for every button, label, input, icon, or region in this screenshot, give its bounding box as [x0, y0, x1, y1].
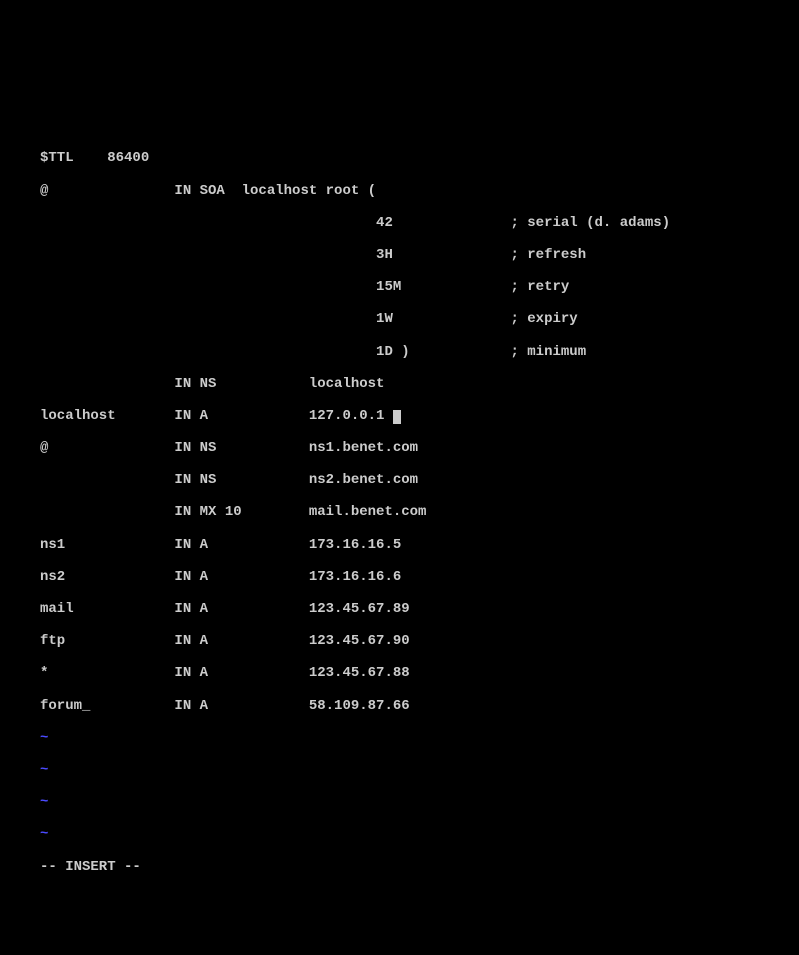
line-text: localhost IN A 127.0.0.1: [40, 408, 393, 424]
vim-status-line: -- INSERT --: [40, 859, 799, 875]
zone-line-minimum[interactable]: 1D ) ; minimum: [40, 344, 799, 360]
zone-line-ns2[interactable]: IN NS ns2.benet.com: [40, 472, 799, 488]
zone-line-ttl[interactable]: $TTL 86400: [40, 150, 799, 166]
zone-line-refresh[interactable]: 3H ; refresh: [40, 247, 799, 263]
zone-line-ns-localhost[interactable]: IN NS localhost: [40, 376, 799, 392]
zone-line-mail-a[interactable]: mail IN A 123.45.67.89: [40, 601, 799, 617]
vim-tilde-line: ~: [40, 762, 799, 778]
vim-tilde-line: ~: [40, 730, 799, 746]
zone-line-serial[interactable]: 42 ; serial (d. adams): [40, 215, 799, 231]
zone-line-retry[interactable]: 15M ; retry: [40, 279, 799, 295]
vim-tilde-line: ~: [40, 794, 799, 810]
zone-line-ns1-a[interactable]: ns1 IN A 173.16.16.5: [40, 537, 799, 553]
vim-tilde-line: ~: [40, 826, 799, 842]
zone-line-wildcard-a[interactable]: * IN A 123.45.67.88: [40, 665, 799, 681]
zone-line-localhost-a[interactable]: localhost IN A 127.0.0.1: [40, 408, 799, 424]
zone-line-forum-a[interactable]: forum_ IN A 58.109.87.66: [40, 698, 799, 714]
zone-line-ftp-a[interactable]: ftp IN A 123.45.67.90: [40, 633, 799, 649]
cursor-block: [393, 410, 401, 424]
zone-line-ns2-a[interactable]: ns2 IN A 173.16.16.6: [40, 569, 799, 585]
zone-line-at-ns1[interactable]: @ IN NS ns1.benet.com: [40, 440, 799, 456]
zone-line-soa[interactable]: @ IN SOA localhost root (: [40, 183, 799, 199]
zone-line-mx[interactable]: IN MX 10 mail.benet.com: [40, 504, 799, 520]
zone-line-expiry[interactable]: 1W ; expiry: [40, 311, 799, 327]
